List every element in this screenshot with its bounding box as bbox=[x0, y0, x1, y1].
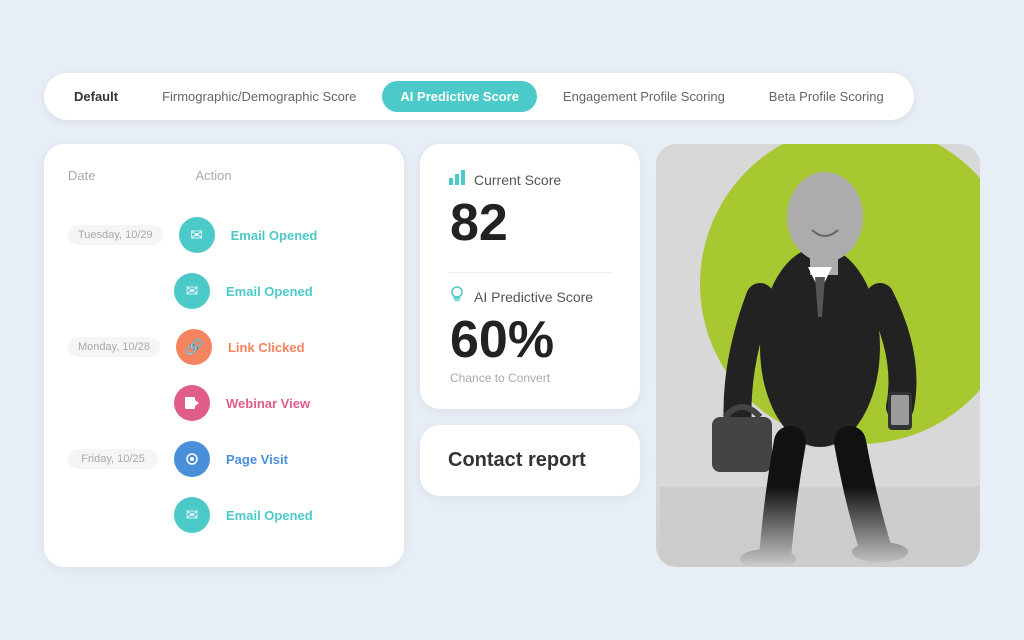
right-section: Current Score 82 bbox=[420, 144, 980, 567]
contact-report-title: Contact report bbox=[448, 449, 586, 471]
activity-row: ✉ Email Opened bbox=[68, 487, 380, 543]
chance-label: Chance to Convert bbox=[450, 371, 612, 385]
ai-score-label: AI Predictive Score bbox=[474, 289, 593, 305]
activity-row: Friday, 10/25 Page Visit bbox=[68, 431, 380, 487]
email-icon-1: ✉ bbox=[179, 217, 215, 253]
ai-score-section: AI Predictive Score 60% Chance to Conver… bbox=[448, 285, 612, 385]
activity-row: ✉ Email Opened bbox=[68, 263, 380, 319]
action-label-3: Link Clicked bbox=[228, 340, 305, 355]
date-column-header: Date bbox=[68, 168, 95, 183]
tab-ai-predictive[interactable]: AI Predictive Score bbox=[382, 81, 537, 112]
tab-beta[interactable]: Beta Profile Scoring bbox=[751, 81, 902, 112]
main-container: Default Firmographic/Demographic Score A… bbox=[20, 49, 1004, 591]
activity-row: Monday, 10/28 🔗 Link Clicked bbox=[68, 319, 380, 375]
current-score-value: 82 bbox=[450, 195, 612, 252]
bulb-icon bbox=[448, 285, 466, 308]
email-icon-3: ✉ bbox=[174, 497, 210, 533]
score-card: Current Score 82 bbox=[420, 144, 640, 409]
action-label-2: Email Opened bbox=[226, 284, 313, 299]
activity-header: Date Action bbox=[68, 168, 380, 191]
current-score-section: Current Score 82 bbox=[448, 168, 612, 252]
cards-column: Current Score 82 bbox=[420, 144, 640, 567]
main-content: Date Action Tuesday, 10/29 ✉ Email Opene… bbox=[44, 144, 980, 567]
current-score-label-row: Current Score bbox=[448, 168, 612, 191]
tab-default[interactable]: Default bbox=[56, 81, 136, 112]
bar-chart-icon bbox=[448, 168, 466, 191]
activity-row: Tuesday, 10/29 ✉ Email Opened bbox=[68, 207, 380, 263]
tab-firmographic[interactable]: Firmographic/Demographic Score bbox=[144, 81, 374, 112]
action-column-header: Action bbox=[195, 168, 231, 183]
image-column bbox=[656, 144, 980, 567]
separator bbox=[448, 272, 612, 273]
contact-report-card: Contact report bbox=[420, 425, 640, 496]
page-visit-icon bbox=[174, 441, 210, 477]
action-label-5: Page Visit bbox=[226, 452, 288, 467]
activity-row: Webinar View bbox=[68, 375, 380, 431]
webinar-icon bbox=[174, 385, 210, 421]
date-label-2: Monday, 10/28 bbox=[68, 337, 160, 357]
action-label-6: Email Opened bbox=[226, 508, 313, 523]
action-label-1: Email Opened bbox=[231, 228, 318, 243]
ai-score-label-row: AI Predictive Score bbox=[448, 285, 612, 308]
date-label-3: Friday, 10/25 bbox=[68, 449, 158, 469]
background-scene bbox=[656, 144, 980, 567]
tab-bar: Default Firmographic/Demographic Score A… bbox=[44, 73, 914, 120]
email-icon-2: ✉ bbox=[174, 273, 210, 309]
tab-engagement[interactable]: Engagement Profile Scoring bbox=[545, 81, 743, 112]
current-score-label: Current Score bbox=[474, 172, 561, 188]
date-label: Tuesday, 10/29 bbox=[68, 225, 163, 245]
activity-panel: Date Action Tuesday, 10/29 ✉ Email Opene… bbox=[44, 144, 404, 567]
link-icon: 🔗 bbox=[176, 329, 212, 365]
action-label-4: Webinar View bbox=[226, 396, 310, 411]
ai-score-value: 60% bbox=[450, 312, 612, 369]
